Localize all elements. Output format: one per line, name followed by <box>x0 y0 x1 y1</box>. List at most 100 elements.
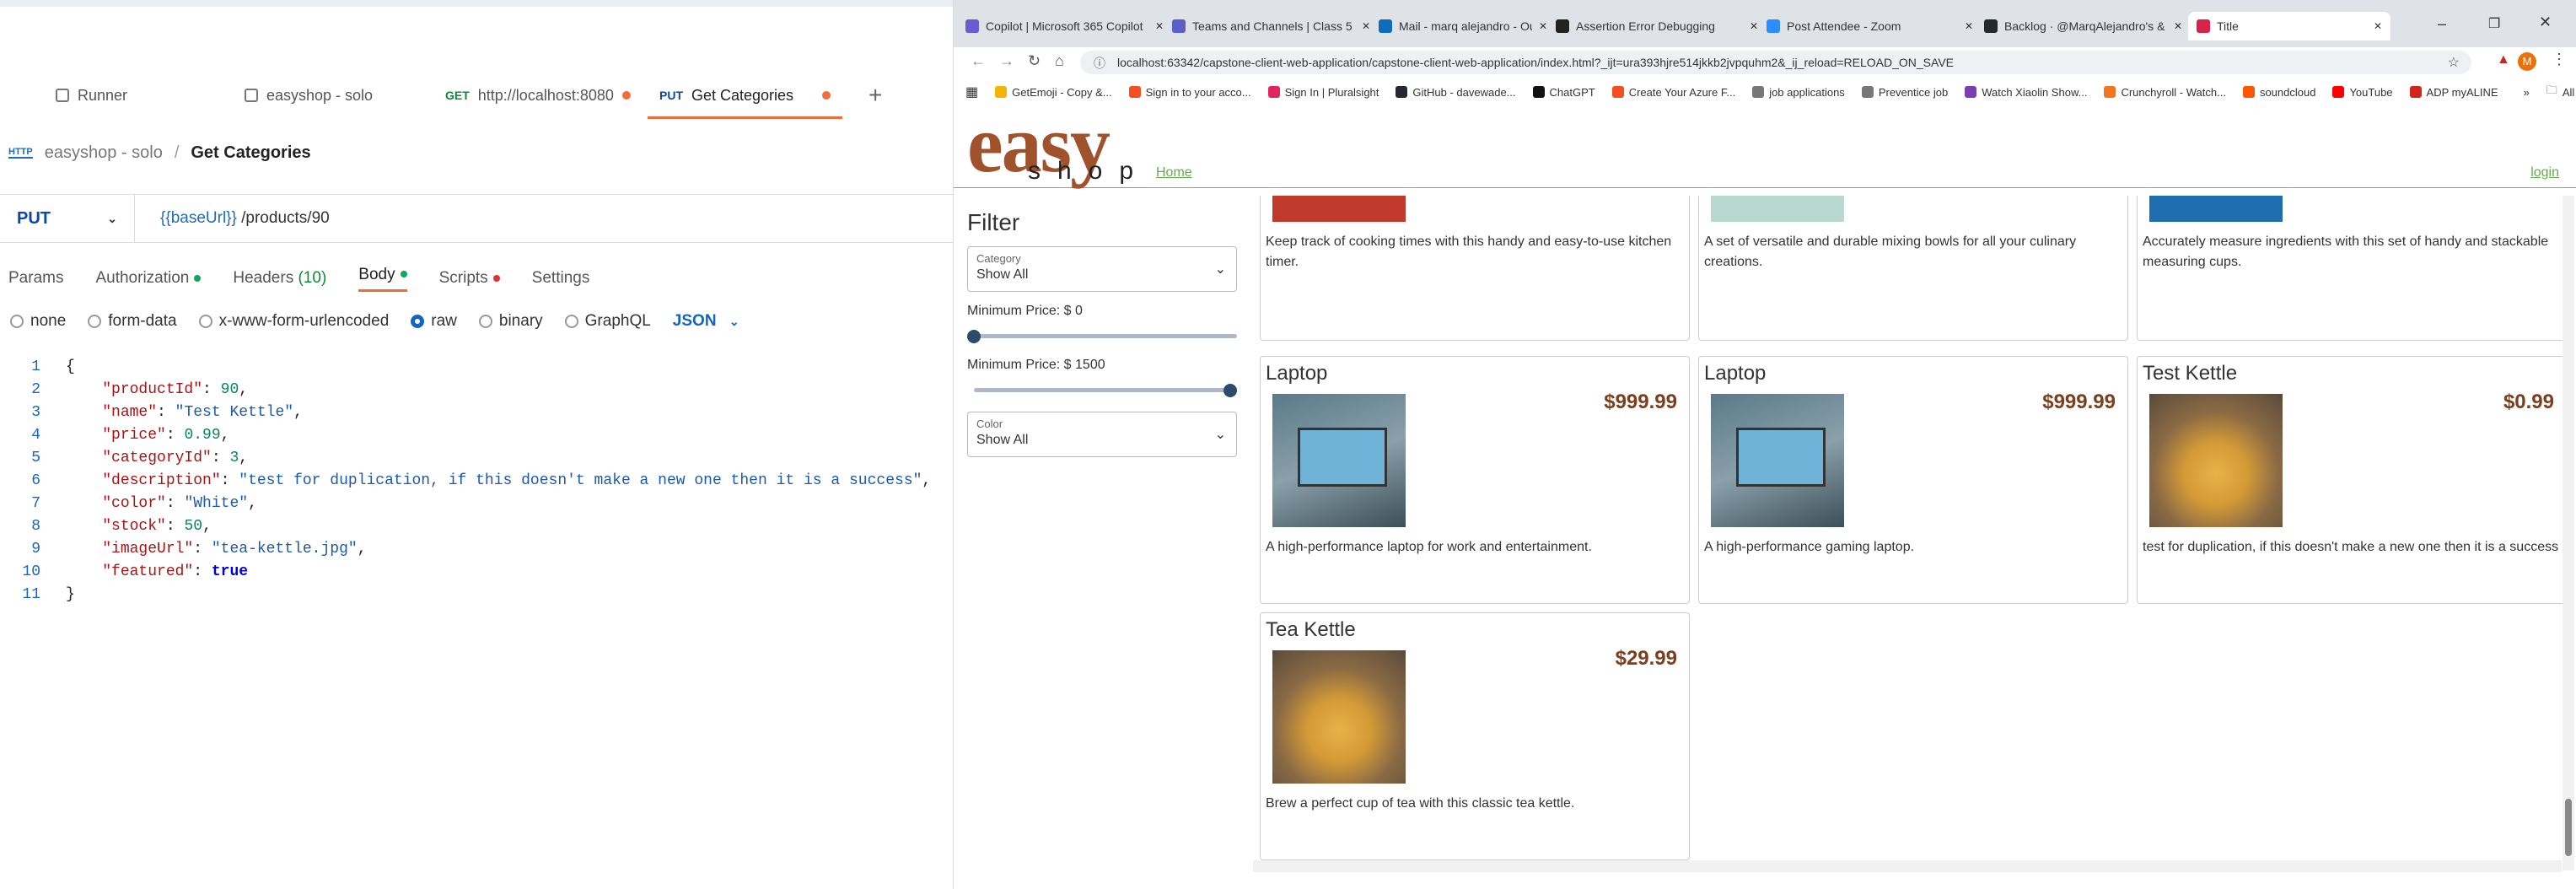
radio-urlencoded[interactable]: x-www-form-urlencoded <box>198 312 389 331</box>
tab-get-localhost[interactable]: GET http://localhost:8080 <box>445 74 631 116</box>
product-card[interactable]: Test Kettle $0.99 test for duplication, … <box>2137 356 2567 604</box>
browser-tab[interactable]: Copilot | Microsoft 365 Copilot ✕ <box>965 12 1164 40</box>
format-select[interactable]: JSON ⌄ <box>673 312 739 331</box>
product-card[interactable]: Laptop $999.99 A high-performance gaming… <box>1698 356 2128 604</box>
browser-tab[interactable]: Post Attendee - Zoom ✕ <box>1767 12 1973 40</box>
close-tab-icon[interactable]: ✕ <box>1539 20 1547 32</box>
tab-title: Assertion Error Debugging <box>1576 19 1715 33</box>
bookmark-item[interactable]: Watch Xiaolin Show... <box>1965 86 2087 99</box>
site-info-icon[interactable]: ⓘ <box>1094 55 1105 72</box>
color-select[interactable]: Color Show All ⌄ <box>967 412 1237 457</box>
scrollbar-thumb[interactable] <box>2565 799 2572 856</box>
minimize-icon[interactable]: – <box>2438 15 2446 33</box>
close-tab-icon[interactable]: ✕ <box>1362 20 1370 32</box>
bookmark-item[interactable]: soundcloud <box>2242 86 2315 99</box>
close-window-icon[interactable]: ✕ <box>2539 13 2552 31</box>
min-price-slider[interactable] <box>967 326 1237 346</box>
category-select[interactable]: Category Show All ⌄ <box>967 246 1237 292</box>
max-price-slider[interactable] <box>967 380 1237 400</box>
horizontal-scrollbar[interactable] <box>1253 860 2562 872</box>
radio-raw[interactable]: raw <box>411 312 457 331</box>
product-image <box>1711 394 1844 527</box>
bookmark-item[interactable]: job applications <box>1752 86 1845 99</box>
method-select[interactable]: PUT ⌄ <box>0 195 135 242</box>
tab-headers[interactable]: Headers (10) <box>233 269 326 288</box>
favicon-icon <box>1556 19 1569 33</box>
browser-tab[interactable]: Backlog · @MarqAlejandro's & ✕ <box>1984 12 2182 40</box>
browser-tab[interactable]: Assertion Error Debugging ✕ <box>1556 12 1758 40</box>
page-scrollbar[interactable] <box>2563 196 2574 870</box>
tab-settings[interactable]: Settings <box>532 269 590 288</box>
min-price-label: Minimum Price: $ 0 <box>967 304 1083 318</box>
url-variable: {{baseUrl}} <box>160 209 237 227</box>
bookmark-item[interactable]: ChatGPT <box>1532 86 1595 99</box>
product-card[interactable]: A set of versatile and durable mixing bo… <box>1698 196 2128 341</box>
product-image <box>2149 196 2283 222</box>
chevron-down-icon: ⌄ <box>107 211 117 225</box>
menu-icon[interactable]: ⋮ <box>2552 51 2567 68</box>
radio-binary[interactable]: binary <box>478 312 543 331</box>
bookmark-item[interactable]: GetEmoji - Copy &... <box>995 86 1112 99</box>
product-price: $0.99 <box>2503 391 2554 413</box>
apps-icon[interactable]: ▦ <box>965 84 978 100</box>
bookmark-star-icon[interactable]: ☆ <box>2448 54 2460 71</box>
back-icon[interactable]: ← <box>971 52 986 70</box>
bookmark-item[interactable]: Preventice job <box>1861 86 1948 99</box>
breadcrumb-request[interactable]: Get Categories <box>191 143 310 163</box>
extension-icon[interactable]: ▲ <box>2497 52 2510 67</box>
url-input[interactable]: {{baseUrl}} /products/90 <box>135 209 330 228</box>
browser-tab[interactable]: Title ✕ <box>2188 12 2390 40</box>
bookmark-item[interactable]: Crunchyroll - Watch... <box>2104 86 2226 99</box>
home-icon[interactable]: ⌂ <box>1055 52 1064 70</box>
favicon-icon <box>1984 19 1998 33</box>
product-card[interactable]: Accurately measure ingredients with this… <box>2137 196 2567 341</box>
product-card[interactable]: Laptop $999.99 A high-performance laptop… <box>1260 356 1690 604</box>
slider-thumb[interactable] <box>1223 384 1237 397</box>
radio-none[interactable]: none <box>10 312 66 331</box>
bookmark-item[interactable]: Sign In | Pluralsight <box>1267 86 1379 99</box>
avatar[interactable]: M <box>2518 52 2536 71</box>
close-tab-icon[interactable]: ✕ <box>1155 20 1164 32</box>
slider-thumb[interactable] <box>967 330 981 343</box>
reload-icon[interactable]: ↻ <box>1028 52 1041 70</box>
browser-tab[interactable]: Mail - marq alejandro - Outlo ✕ <box>1379 12 1547 40</box>
browser-tab[interactable]: Teams and Channels | Class 5 - ✕ <box>1172 12 1370 40</box>
nav-login-link[interactable]: login <box>2530 165 2559 180</box>
tab-title: Mail - marq alejandro - Outlo <box>1399 19 1532 33</box>
product-card[interactable]: Keep track of cooking times with this ha… <box>1260 196 1690 341</box>
nav-home-link[interactable]: Home <box>1156 165 1192 180</box>
bookmark-item[interactable]: GitHub - davewade... <box>1396 86 1516 99</box>
tab-put-get-categories[interactable]: PUT Get Categories <box>648 74 843 119</box>
site-logo[interactable]: easy shop <box>967 104 1133 186</box>
new-tab-button[interactable]: + <box>869 74 882 116</box>
tab-runner[interactable]: Runner <box>56 74 127 116</box>
product-card[interactable]: Tea Kettle $29.99 Brew a perfect cup of … <box>1260 612 1690 860</box>
bookmark-item[interactable]: Create Your Azure F... <box>1611 86 1735 99</box>
radio-icon <box>411 314 425 328</box>
breadcrumb-collection[interactable]: easyshop - solo <box>45 143 163 163</box>
radio-form-data[interactable]: form-data <box>88 312 177 331</box>
tab-scripts[interactable]: Scripts <box>439 269 500 288</box>
body-code-editor[interactable]: 1{2 "productId": 90, 3 "name": "Test Kett… <box>0 356 953 606</box>
more-bookmarks-icon[interactable]: » <box>2524 86 2530 99</box>
bookmark-item[interactable]: YouTube <box>2332 86 2393 99</box>
address-bar[interactable]: ⓘ localhost:63342/capstone-client-web-ap… <box>1080 51 2471 74</box>
json-key: "featured" <box>102 563 194 580</box>
bookmark-item[interactable]: Sign in to your acco... <box>1128 86 1251 99</box>
forward-icon[interactable]: → <box>999 52 1014 70</box>
close-tab-icon[interactable]: ✕ <box>1750 20 1758 32</box>
radio-graphql[interactable]: GraphQL <box>564 312 651 331</box>
close-tab-icon[interactable]: ✕ <box>2374 20 2382 32</box>
bookmark-icon <box>995 86 1008 98</box>
close-tab-icon[interactable]: ✕ <box>1965 20 1973 32</box>
line-number: 4 <box>31 427 40 444</box>
tab-authorization[interactable]: Authorization <box>95 269 202 288</box>
close-tab-icon[interactable]: ✕ <box>2174 20 2182 32</box>
restore-icon[interactable]: ❐ <box>2488 15 2500 32</box>
tab-title: Backlog · @MarqAlejandro's & <box>2004 19 2165 33</box>
bookmark-item[interactable]: ADP myALINE <box>2409 86 2498 99</box>
tab-params[interactable]: Params <box>8 269 63 288</box>
all-bookmarks-button[interactable]: 🗀 All Bookmarks <box>2546 83 2576 101</box>
tab-body[interactable]: Body <box>358 266 407 292</box>
tab-collection[interactable]: easyshop - solo <box>245 74 373 116</box>
